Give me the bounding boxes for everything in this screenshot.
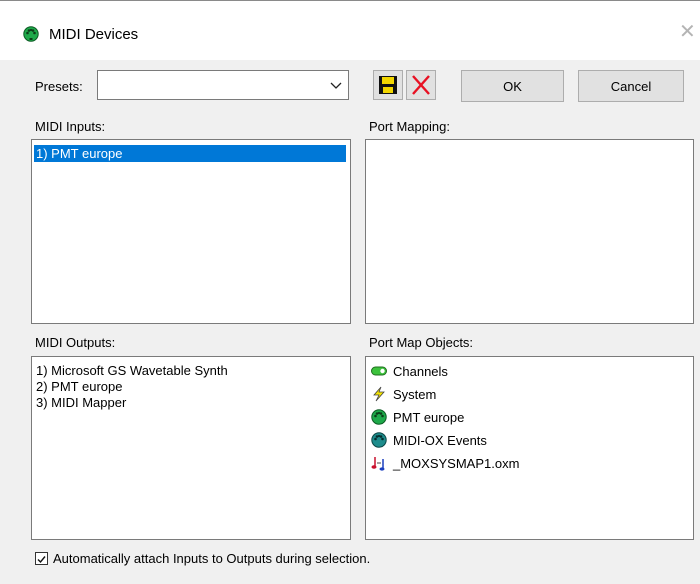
green-midi-port-icon (371, 409, 387, 425)
close-icon[interactable]: ✕ (679, 22, 696, 42)
checkmark-icon (37, 556, 46, 564)
object-label: MIDI-OX Events (393, 433, 487, 448)
green-channels-icon (371, 366, 387, 376)
list-item[interactable]: PMT europe (366, 408, 686, 428)
auto-attach-label[interactable]: Automatically attach Inputs to Outputs d… (53, 551, 370, 566)
list-item[interactable]: _MOXSYSMAP1.oxm (366, 454, 686, 474)
list-item[interactable]: 2) PMT europe (36, 378, 122, 395)
list-item[interactable]: Channels (366, 362, 686, 382)
port-mapping-list[interactable] (365, 139, 694, 324)
midi-inputs-list[interactable]: 1) PMT europe (31, 139, 351, 324)
object-label: PMT europe (393, 410, 465, 425)
window-top-border (0, 0, 700, 1)
list-item[interactable]: 1) PMT europe (34, 145, 346, 162)
midi-inputs-label: MIDI Inputs: (35, 119, 106, 134)
music-notes-file-icon (371, 457, 385, 471)
chevron-down-icon[interactable] (326, 73, 346, 97)
title-bar: MIDI Devices ✕ (0, 0, 700, 60)
port-mapping-label: Port Mapping: (369, 119, 450, 134)
midi-outputs-list[interactable]: 1) Microsoft GS Wavetable Synth 2) PMT e… (31, 356, 351, 540)
list-item[interactable]: 3) MIDI Mapper (36, 394, 126, 411)
port-map-objects-list[interactable]: Channels System PMT europe MIDI-OX Event… (365, 356, 694, 540)
list-item[interactable]: System (366, 385, 686, 405)
midi-outputs-label: MIDI Outputs: (35, 335, 116, 350)
save-preset-button[interactable] (373, 70, 403, 100)
presets-combobox[interactable] (97, 70, 349, 100)
delete-preset-button[interactable] (406, 70, 436, 100)
presets-label: Presets: (35, 79, 83, 94)
port-map-objects-label: Port Map Objects: (369, 335, 474, 350)
ok-button[interactable]: OK (461, 70, 564, 102)
lightning-system-icon (373, 386, 385, 402)
auto-attach-checkbox[interactable] (35, 552, 48, 565)
cancel-button[interactable]: Cancel (578, 70, 684, 102)
object-label: _MOXSYSMAP1.oxm (393, 456, 520, 471)
green-midi-port-icon (23, 26, 39, 42)
list-item[interactable]: 1) Microsoft GS Wavetable Synth (36, 362, 228, 379)
object-label: Channels (393, 364, 448, 379)
red-x-delete-icon (412, 75, 430, 95)
floppy-save-icon (379, 76, 397, 94)
object-label: System (393, 387, 437, 402)
window-title: MIDI Devices (49, 26, 139, 43)
list-item[interactable]: MIDI-OX Events (366, 431, 686, 451)
teal-midi-port-icon (371, 432, 387, 448)
